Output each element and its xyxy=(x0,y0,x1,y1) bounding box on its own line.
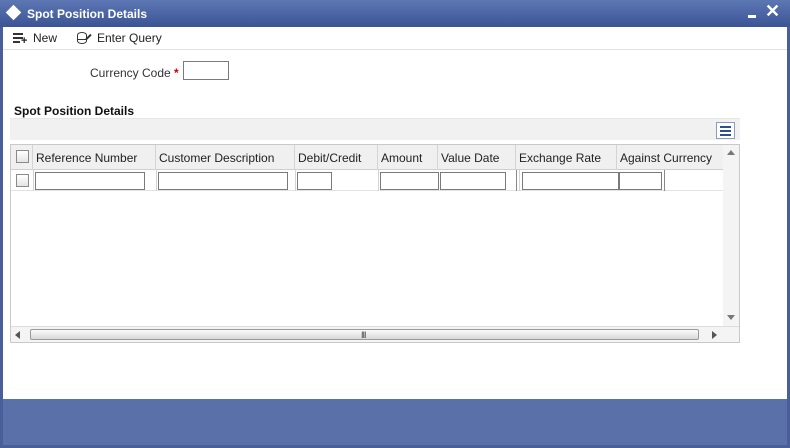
new-button-label: New xyxy=(33,31,58,45)
column-header-exchange-rate[interactable]: Exchange Rate xyxy=(516,145,617,170)
grid-settings-icon[interactable] xyxy=(716,122,735,139)
grid-header: Reference Number Customer Description De… xyxy=(11,145,723,170)
spot-position-grid: Reference Number Customer Description De… xyxy=(10,144,740,343)
database-query-icon xyxy=(76,31,92,45)
diamond-logo-icon xyxy=(5,4,22,21)
column-header-amount[interactable]: Amount xyxy=(378,145,438,170)
required-marker: * xyxy=(174,66,179,80)
scroll-left-icon[interactable] xyxy=(15,331,20,339)
enter-query-label: Enter Query xyxy=(97,31,162,45)
horizontal-scroll-thumb[interactable]: III xyxy=(30,329,699,340)
window-title: Spot Position Details xyxy=(27,7,148,21)
grid-toolbar xyxy=(10,118,740,140)
value-date-input[interactable] xyxy=(440,172,506,190)
vertical-scrollbar[interactable] xyxy=(723,145,739,326)
select-all-checkbox[interactable] xyxy=(16,150,29,163)
column-header-against-currency[interactable]: Against Currency xyxy=(617,145,723,170)
toolbar: + New Enter Query xyxy=(3,27,787,50)
spot-position-window: Spot Position Details ✕ + New Enter Quer… xyxy=(0,0,790,448)
currency-code-input[interactable] xyxy=(183,61,229,80)
column-header-debit-credit[interactable]: Debit/Credit xyxy=(295,145,378,170)
grid-section-title: Spot Position Details xyxy=(14,104,135,118)
scroll-up-icon[interactable] xyxy=(727,150,735,155)
currency-code-label: Currency Code * xyxy=(90,66,179,80)
amount-input[interactable] xyxy=(380,172,439,190)
new-button[interactable]: + New xyxy=(12,29,57,47)
select-all-cell xyxy=(11,145,33,170)
table-row xyxy=(11,170,723,191)
title-bar: Spot Position Details ✕ xyxy=(0,0,790,27)
debit-credit-input[interactable] xyxy=(297,172,332,190)
main-content: + New Enter Query Currency Code * Spot P… xyxy=(3,27,787,399)
row-select-checkbox[interactable] xyxy=(16,174,29,187)
scroll-down-icon[interactable] xyxy=(727,315,735,320)
scroll-right-icon[interactable] xyxy=(712,331,717,339)
new-document-icon: + xyxy=(12,31,28,47)
column-header-customer-description[interactable]: Customer Description xyxy=(156,145,295,170)
close-icon[interactable]: ✕ xyxy=(765,1,780,21)
reference-number-input[interactable] xyxy=(35,172,145,190)
exchange-rate-input[interactable] xyxy=(522,172,619,190)
window-footer xyxy=(3,399,787,445)
minimize-icon[interactable] xyxy=(746,5,758,19)
scroll-grip: III xyxy=(361,330,366,340)
column-header-value-date[interactable]: Value Date xyxy=(438,145,516,170)
horizontal-scrollbar[interactable]: III xyxy=(11,326,739,342)
column-header-reference-number[interactable]: Reference Number xyxy=(33,145,156,170)
enter-query-button[interactable]: Enter Query xyxy=(76,29,162,47)
against-currency-input[interactable] xyxy=(619,172,662,190)
customer-description-input[interactable] xyxy=(158,172,288,190)
